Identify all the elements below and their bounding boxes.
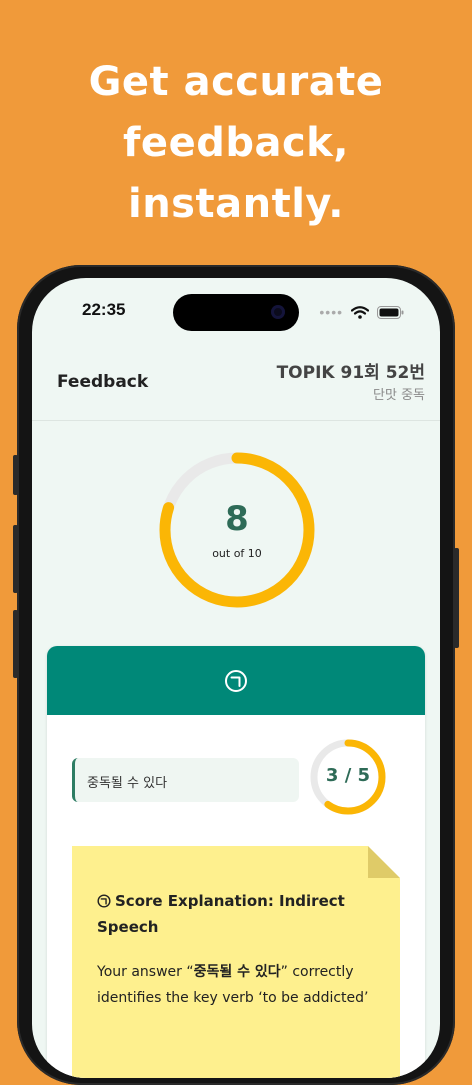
score-value: 8 <box>225 499 249 539</box>
answer-text: 중독될 수 있다 <box>87 776 168 791</box>
note-body-bold: 중독될 수 있다 <box>193 964 281 980</box>
note-body: Your answer “중독될 수 있다” correctly identif… <box>97 959 377 1011</box>
note-fold <box>368 846 400 878</box>
power-button <box>454 548 459 648</box>
app-header: Feedback TOPIK 91회 52번 단맛 중독 <box>32 342 440 421</box>
headline-line-2: feedback, <box>123 120 349 166</box>
battery-icon <box>377 305 404 319</box>
note-title-text: Score Explanation: Indirect Speech <box>97 892 345 936</box>
giyeok-circle-icon <box>225 670 247 692</box>
page-title: Feedback <box>57 372 149 392</box>
volume-down-button <box>13 610 18 678</box>
feedback-card: 중독될 수 있다 3 / 5 Score Explanation: Indire… <box>47 646 425 1078</box>
card-header[interactable] <box>47 646 425 715</box>
exam-subtitle: 단맛 중독 <box>373 388 425 403</box>
sub-score-value: 3 / 5 <box>325 765 371 786</box>
dynamic-island <box>173 294 299 331</box>
note-body-prefix: Your answer “ <box>97 964 194 980</box>
phone-screen: 22:35 •••• Feedback TOPIK 91회 52번 단맛 중독 … <box>32 278 440 1078</box>
action-button <box>13 455 18 495</box>
status-time: 22:35 <box>82 300 126 319</box>
explanation-note: Score Explanation: Indirect Speech Your … <box>72 846 400 1078</box>
exam-title: TOPIK 91회 52번 <box>276 363 425 383</box>
volume-up-button <box>13 525 18 593</box>
sub-score-ring: 3 / 5 <box>309 738 387 816</box>
headline: Get accurate feedback, instantly. <box>0 52 472 235</box>
score-ring: 8 out of 10 <box>158 451 316 609</box>
note-title: Score Explanation: Indirect Speech <box>97 888 357 940</box>
giyeok-circle-icon <box>97 894 111 908</box>
headline-line-3: instantly. <box>127 181 344 227</box>
headline-line-1: Get accurate <box>88 59 384 105</box>
wifi-icon <box>351 305 369 319</box>
camera-icon <box>271 305 285 319</box>
answer-box: 중독될 수 있다 <box>72 758 299 802</box>
score-label: out of 10 <box>212 547 262 560</box>
status-icons: •••• <box>319 304 404 320</box>
signal-dots-icon: •••• <box>319 304 343 320</box>
